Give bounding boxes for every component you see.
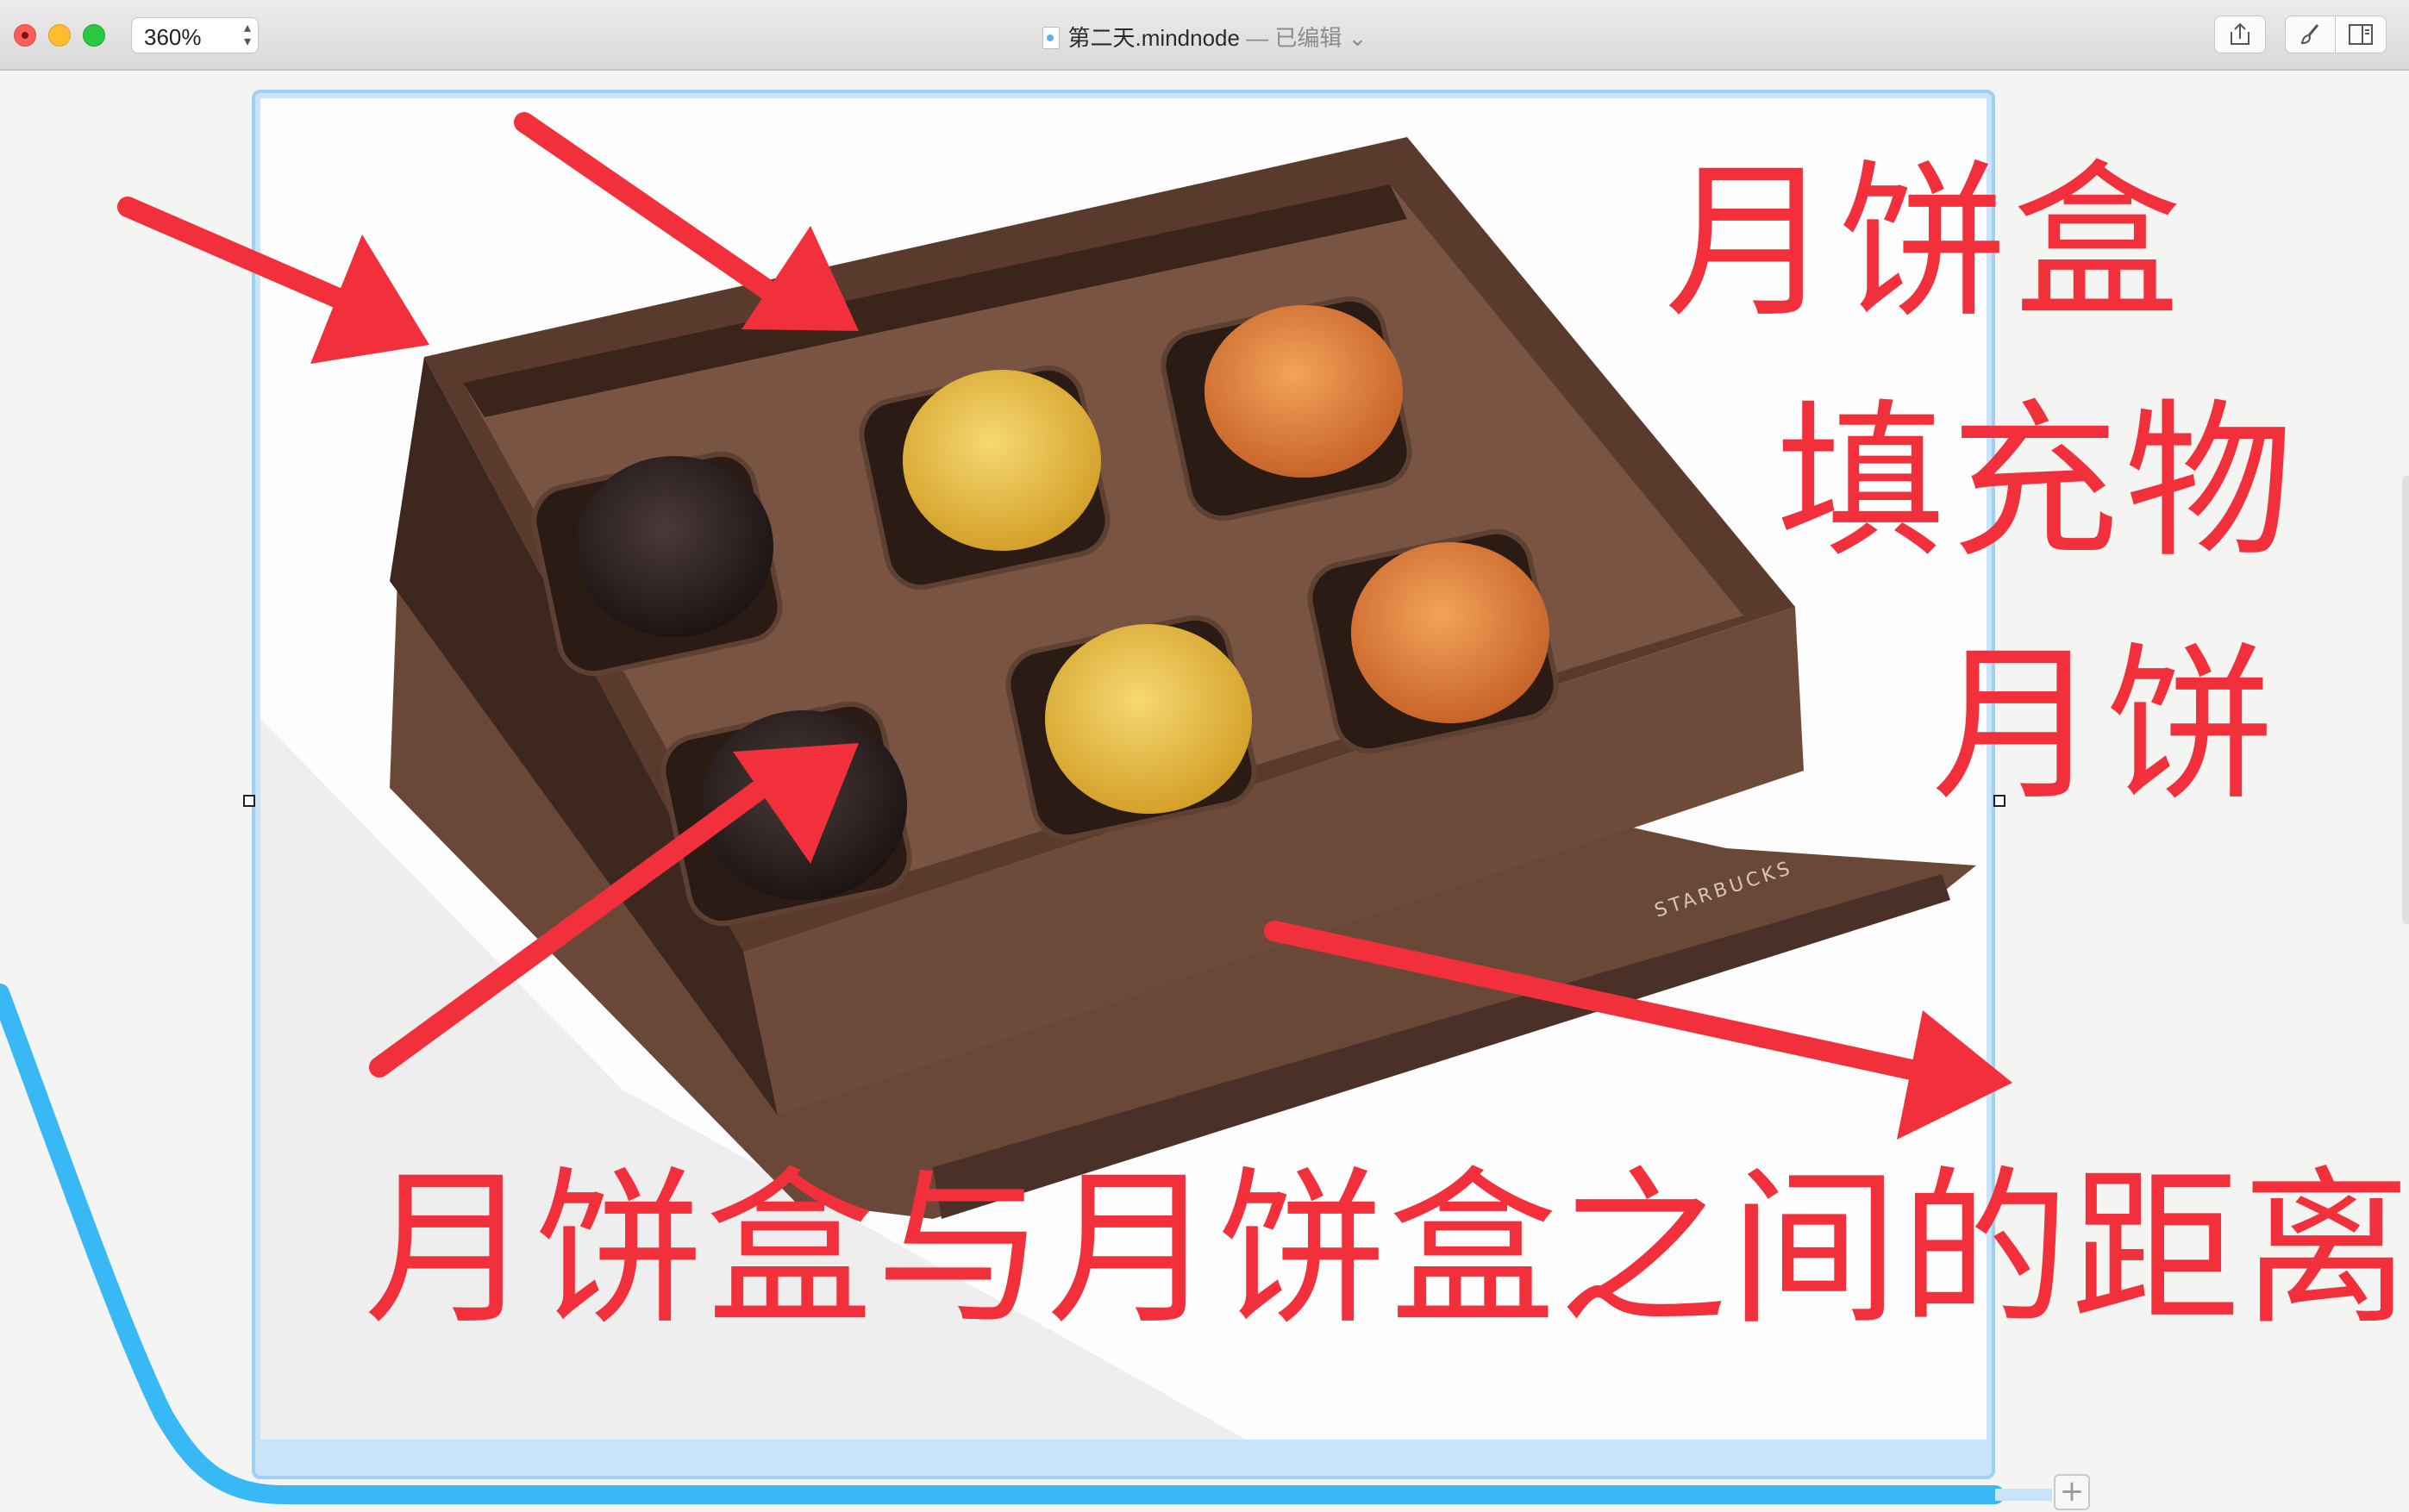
document-name: 第二天.mindnode	[1067, 25, 1240, 51]
annotation-filler: 填充物	[1776, 384, 2300, 581]
arrow-box-edge	[117, 197, 372, 319]
annotation-mooncake-box: 月饼盒	[1664, 145, 2187, 341]
share-icon	[2231, 22, 2249, 45]
edited-status: 已编辑	[1274, 25, 1342, 51]
title-separator: —	[1239, 25, 1275, 51]
brush-icon	[2300, 24, 2319, 45]
style-button[interactable]	[2285, 16, 2337, 53]
annotation-mooncake: 月饼	[1931, 628, 2281, 824]
arrow-mooncake	[369, 767, 786, 1078]
inspector-edge[interactable]	[2402, 476, 2409, 924]
add-node-button[interactable]: +	[2054, 1474, 2090, 1510]
chevron-down-icon: ⌄	[1348, 25, 1367, 51]
arrow-box-inner	[514, 112, 795, 312]
window-titlebar: 360% ▴ ▾ 第二天.mindnode — 已编辑 ⌄	[0, 0, 2409, 71]
arrow-distance	[1264, 921, 1942, 1084]
mindmap-canvas[interactable]: STARBUCKS 月饼盒 填充物 月饼 月饼盒与月饼盒之间的距离 +	[0, 71, 2409, 1512]
sidebar-toggle-button[interactable]	[2335, 16, 2387, 53]
share-button[interactable]	[2214, 16, 2266, 53]
document-icon	[1042, 27, 1060, 49]
annotation-box-distance: 月饼盒与月饼盒之间的距离	[364, 1152, 2409, 1348]
document-title[interactable]: 第二天.mindnode — 已编辑 ⌄	[0, 21, 2409, 53]
sidebar-icon	[2349, 24, 2373, 45]
